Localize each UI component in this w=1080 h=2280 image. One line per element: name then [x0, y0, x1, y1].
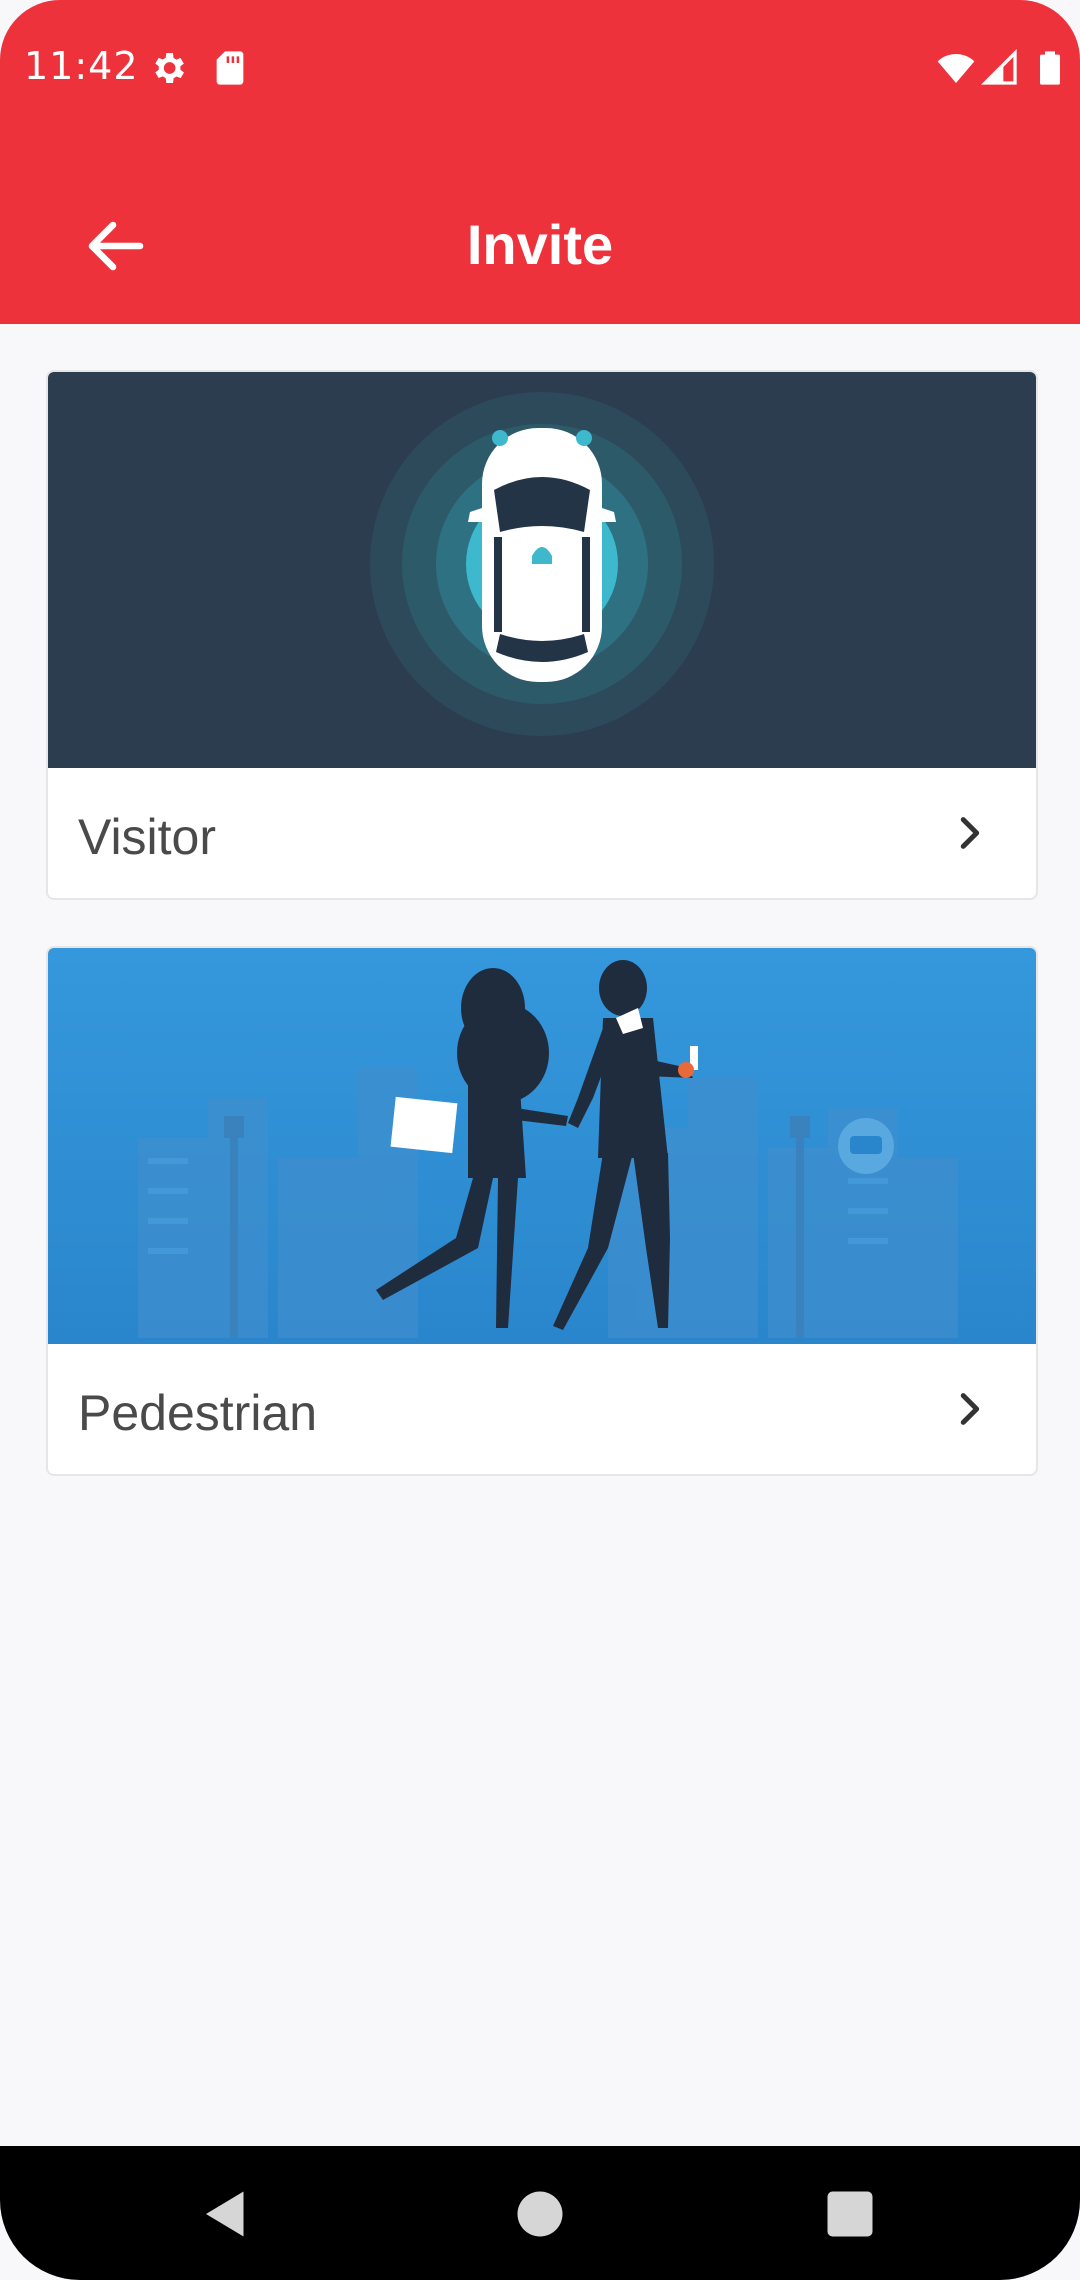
app-bar: Invite: [0, 130, 1080, 324]
status-time: 11:42: [24, 44, 139, 88]
wifi-icon: [937, 54, 975, 83]
car-top-view-illustration: [48, 372, 1036, 768]
chevron-right-icon: [960, 1393, 980, 1425]
pedestrian-label: Pedestrian: [78, 1385, 318, 1441]
home-circle-icon[interactable]: [510, 2184, 570, 2244]
battery-icon: [1040, 51, 1060, 85]
visitor-label: Visitor: [78, 809, 217, 865]
recents-square-icon[interactable]: [820, 2184, 880, 2244]
page-title: Invite: [466, 213, 614, 276]
pedestrian-card[interactable]: Pedestrian: [46, 946, 1038, 1476]
signal-icon: [980, 48, 1017, 85]
pedestrian-card-footer: Pedestrian: [48, 1344, 1036, 1474]
visitor-card[interactable]: Visitor: [46, 370, 1038, 900]
system-nav-bar: [0, 2146, 1080, 2280]
back-triangle-icon[interactable]: [196, 2184, 256, 2244]
gear-icon: [155, 53, 184, 83]
visitor-card-footer: Visitor: [48, 768, 1036, 898]
chevron-right-icon: [960, 817, 980, 849]
sd-card-icon: [216, 51, 244, 85]
status-bar: 11:42: [0, 0, 1080, 130]
couple-walking-city-illustration: [48, 948, 1036, 1344]
